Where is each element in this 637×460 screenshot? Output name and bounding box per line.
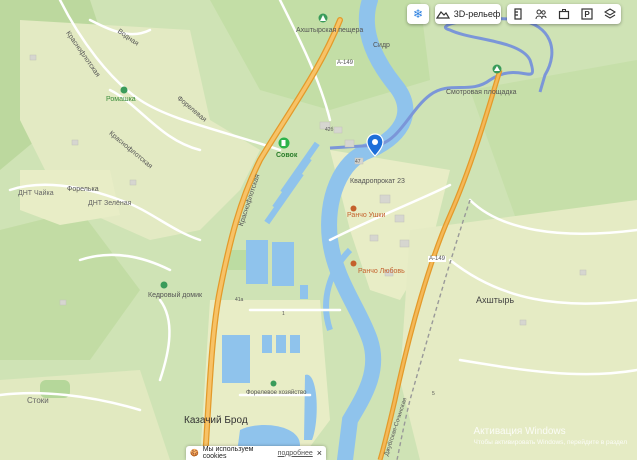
house-number-5: 5 <box>432 391 435 397</box>
snowflake-icon: ❄ <box>412 7 424 21</box>
map-label-stoki: Стоки <box>27 396 49 405</box>
relief-3d-button[interactable]: 3D-рельеф <box>435 4 501 24</box>
people-icon[interactable] <box>535 8 547 20</box>
house-number-42b: 42б <box>325 127 334 133</box>
layers-icon[interactable] <box>603 8 616 20</box>
map-label-kvadroprokat: Квадропрокат 23 <box>350 178 405 185</box>
map-label-romashka: Ромашка <box>106 96 136 103</box>
location-pin-icon[interactable] <box>366 133 384 157</box>
tools-group: P <box>507 4 621 24</box>
snow-toggle-button[interactable]: ❄ <box>407 4 429 24</box>
romashka-marker-icon[interactable] <box>120 86 128 94</box>
kedrovy-marker-icon[interactable] <box>160 281 168 289</box>
map-label-forelevoe: Форелевое хозяйство <box>246 390 307 396</box>
map-label-forelka: Форелька <box>67 186 99 193</box>
house-number-47: 47 <box>355 159 361 165</box>
mountain-icon <box>435 11 450 19</box>
cookie-more-link[interactable]: подробнее <box>278 450 313 457</box>
viewpoint-icon[interactable] <box>492 64 502 74</box>
cookie-close-button[interactable]: × <box>317 448 322 458</box>
road-label-a149-top: А-149 <box>336 60 355 66</box>
map-label-kedrovy-domik: Кедровый домик <box>148 292 203 299</box>
relief-3d-label: 3D-рельеф <box>453 9 501 19</box>
gas-station-icon[interactable] <box>278 137 290 149</box>
cookie-text: Мы используем cookies <box>202 446 254 460</box>
windows-activation-watermark: Активация Windows Чтобы активировать Win… <box>474 426 628 446</box>
rancho-marker-icon[interactable] <box>350 205 357 212</box>
watermark-title: Активация Windows <box>473 426 566 437</box>
map-label-kazachiy-brod: Казачий Брод <box>184 415 248 426</box>
house-number-41a: 41а <box>235 297 244 303</box>
map-label-akhshtyr: Ахштырь <box>476 295 515 305</box>
watermark-subtitle: Чтобы активировать Windows, перейдите в … <box>473 439 628 446</box>
map-label-rancho-lyubov: Ранчо Любовь <box>358 268 405 275</box>
map-label-dnt-chaika: ДНТ Чайка <box>18 190 54 197</box>
map-label-sidr: Сидр <box>373 42 390 49</box>
map-label-dnt-zelenaya: ДНТ Зелёная <box>88 200 132 207</box>
cookie-banner: 🍪 Мы используем cookies подробнее × <box>186 446 326 460</box>
parking-icon[interactable]: P <box>581 8 593 20</box>
cave-icon[interactable] <box>318 13 328 23</box>
forelevoe-marker-icon[interactable] <box>270 380 277 387</box>
cookie-icon: 🍪 <box>190 450 199 457</box>
briefcase-icon[interactable] <box>558 8 570 20</box>
house-number-1: 1 <box>282 311 285 317</box>
map-label-sovok: Совок <box>276 152 298 159</box>
map-label-smotrovaya: Смотровая площадка <box>446 89 517 96</box>
map-label-akhshtyrskaya: Ахштырская пещера <box>296 27 364 34</box>
ruler-icon[interactable] <box>512 8 524 20</box>
svg-text:P: P <box>584 10 590 19</box>
road-label-a149-mid: А-149 <box>428 256 447 262</box>
rancho-lyubov-marker-icon[interactable] <box>350 260 357 267</box>
map-label-rancho-ushki: Ранчо Ушки <box>347 212 386 219</box>
